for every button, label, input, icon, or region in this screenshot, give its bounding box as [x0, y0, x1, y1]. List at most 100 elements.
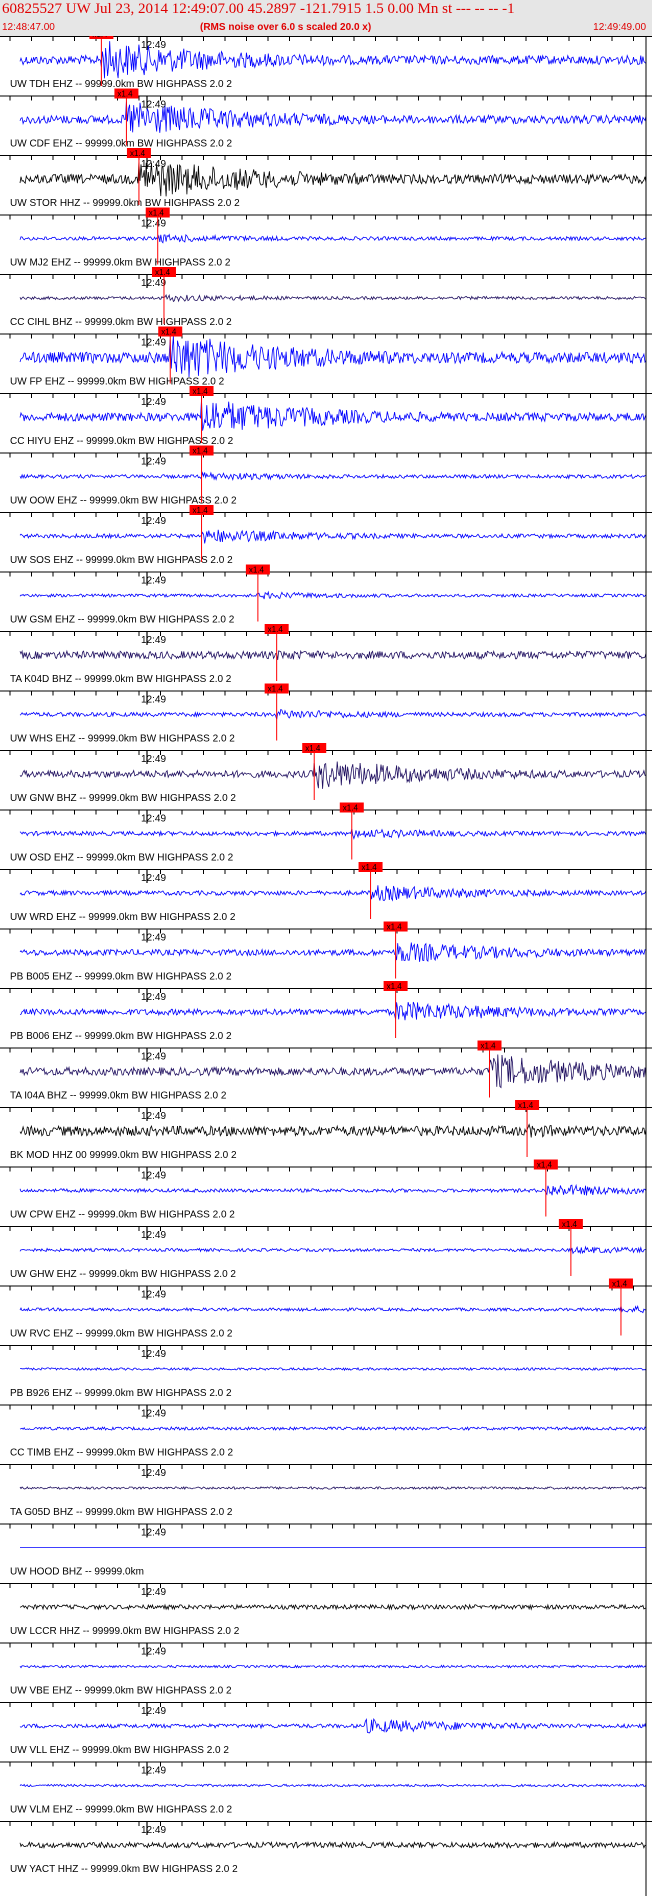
- minute-label: 12:49: [141, 1825, 166, 1836]
- minute-label: 12:49: [141, 873, 166, 884]
- minute-label: 12:49: [141, 635, 166, 646]
- minute-label: 12:49: [141, 933, 166, 944]
- waveform-trace: [19, 293, 647, 303]
- station-label: UW SOS EHZ -- 99999.0km BW HIGHPASS 2.0 …: [10, 555, 233, 566]
- minute-label: 12:49: [141, 814, 166, 825]
- minute-label: 12:49: [141, 1290, 166, 1301]
- pick-label: x1.4: [518, 1101, 534, 1110]
- record-header: 60825527 UW Jul 23, 2014 12:49:07.00 45.…: [0, 0, 652, 36]
- waveform-trace: [19, 1840, 647, 1850]
- station-label: CC TIMB EHZ -- 99999.0km BW HIGHPASS 2.0…: [10, 1448, 233, 1459]
- start-time: 12:48:47.00: [2, 22, 55, 33]
- station-label: UW OOW EHZ -- 99999.0km BW HIGHPASS 2.0 …: [10, 496, 237, 507]
- station-label: UW OSD EHZ -- 99999.0km BW HIGHPASS 2.0 …: [10, 853, 234, 864]
- station-label: UW CDF EHZ -- 99999.0km BW HIGHPASS 2.0 …: [10, 139, 233, 150]
- minute-label: 12:49: [141, 1528, 166, 1539]
- station-label: TA K04D BHZ -- 99999.0km BW HIGHPASS 2.0…: [10, 674, 232, 685]
- station-label: UW GNW BHZ -- 99999.0km BW HIGHPASS 2.0 …: [10, 793, 236, 804]
- pick-label: x1.4: [193, 447, 209, 456]
- station-label: TA G05D BHZ -- 99999.0km BW HIGHPASS 2.0…: [10, 1507, 233, 1518]
- station-label: UW FP EHZ -- 99999.0km BW HIGHPASS 2.0 2: [10, 377, 225, 388]
- waveform-trace: [19, 399, 647, 431]
- rms-note: (RMS noise over 6.0 s scaled 20.0 x): [200, 22, 372, 33]
- station-label: PB B006 EHZ -- 99999.0km BW HIGHPASS 2.0…: [10, 1031, 232, 1042]
- waveform-trace: [19, 1054, 647, 1089]
- station-label: UW RVC EHZ -- 99999.0km BW HIGHPASS 2.0 …: [10, 1329, 233, 1340]
- minute-label: 12:49: [141, 40, 166, 51]
- station-label: UW MJ2 EHZ -- 99999.0km BW HIGHPASS 2.0 …: [10, 258, 231, 269]
- pick-label: x1.4: [249, 566, 265, 575]
- pick-label: x1.4: [155, 268, 171, 277]
- waveform-trace: [19, 1245, 646, 1255]
- pick-label: x1.4: [92, 36, 108, 39]
- pick-label: x1.4: [193, 387, 209, 396]
- waveform-trace: [19, 1664, 647, 1669]
- pick-label: x1.4: [268, 625, 284, 634]
- waveform-trace: [19, 1718, 647, 1734]
- station-label: UW VLL EHZ -- 99999.0km BW HIGHPASS 2.0 …: [10, 1745, 229, 1756]
- station-label: UW VLM EHZ -- 99999.0km BW HIGHPASS 2.0 …: [10, 1805, 233, 1816]
- waveform-trace: [19, 1304, 647, 1314]
- minute-label: 12:49: [141, 754, 166, 765]
- pick-label: x1.4: [537, 1161, 553, 1170]
- minute-label: 12:49: [141, 576, 166, 587]
- pick-label: x1.4: [562, 1220, 578, 1229]
- end-time: 12:49:49.00: [593, 22, 646, 33]
- waveform-trace: [19, 471, 647, 482]
- waveform-trace: [19, 1001, 647, 1021]
- waveform-trace: [19, 942, 647, 962]
- minute-label: 12:49: [141, 1349, 166, 1360]
- minute-label: 12:49: [141, 1230, 166, 1241]
- waveform-trace: [20, 1366, 647, 1372]
- station-label: CC CIHL BHZ -- 99999.0km BW HIGHPASS 2.0…: [10, 317, 232, 328]
- station-label: UW HOOD BHZ -- 99999.0km: [10, 1567, 144, 1578]
- event-title: 60825527 UW Jul 23, 2014 12:49:07.00 45.…: [2, 1, 515, 17]
- waveform-trace: [19, 708, 647, 720]
- minute-label: 12:49: [141, 1468, 166, 1479]
- station-label: UW GSM EHZ -- 99999.0km BW HIGHPASS 2.0 …: [10, 615, 235, 626]
- station-label: UW WHS EHZ -- 99999.0km BW HIGHPASS 2.0 …: [10, 734, 235, 745]
- station-label: UW STOR HHZ -- 99999.0km BW HIGHPASS 2.0…: [10, 198, 240, 209]
- pick-label: x1.4: [149, 209, 165, 218]
- minute-label: 12:49: [141, 1409, 166, 1420]
- station-label: UW YACT HHZ -- 99999.0km BW HIGHPASS 2.0…: [10, 1864, 238, 1875]
- waveform-trace: [19, 1183, 647, 1196]
- pick-label: x1.4: [481, 1042, 497, 1051]
- minute-label: 12:49: [141, 1111, 166, 1122]
- minute-label: 12:49: [141, 1647, 166, 1658]
- pick-label: x1.4: [117, 90, 133, 99]
- station-label: PB B926 EHZ -- 99999.0km BW HIGHPASS 2.0…: [10, 1388, 232, 1399]
- waveform-trace: [19, 761, 647, 789]
- minute-label: 12:49: [141, 397, 166, 408]
- seismogram-panel: 12:49 UW TDH EHZ -- 99999.0km BW HIGHPASS…: [0, 36, 652, 1896]
- station-label: UW LCCR HHZ -- 99999.0km BW HIGHPASS 2.0…: [10, 1626, 240, 1637]
- pick-label: x1.4: [305, 744, 321, 753]
- waveform-trace: [19, 335, 647, 378]
- waveform-trace: [19, 1783, 647, 1788]
- waveform-trace: [19, 828, 647, 840]
- waveform-trace: [19, 529, 647, 544]
- station-label: UW WRD EHZ -- 99999.0km BW HIGHPASS 2.0 …: [10, 912, 236, 923]
- minute-label: 12:49: [141, 1052, 166, 1063]
- pick-label: x1.4: [612, 1280, 628, 1289]
- minute-label: 12:49: [141, 992, 166, 1003]
- station-label: UW TDH EHZ -- 99999.0km BW HIGHPASS 2.0 …: [10, 79, 232, 90]
- waveform-trace: [19, 1603, 647, 1611]
- station-label: UW CPW EHZ -- 99999.0km BW HIGHPASS 2.0 …: [10, 1210, 235, 1221]
- minute-label: 12:49: [141, 457, 166, 468]
- station-label: PB B005 EHZ -- 99999.0km BW HIGHPASS 2.0…: [10, 972, 232, 983]
- waveform-trace: [19, 885, 647, 902]
- pick-label: x1.4: [268, 685, 284, 694]
- station-label: CC HIYU EHZ -- 99999.0km BW HIGHPASS 2.0…: [10, 436, 234, 447]
- waveform-trace: [19, 1123, 647, 1138]
- pick-label: x1.4: [343, 804, 359, 813]
- waveform-trace: [19, 162, 647, 197]
- waveform-trace: [19, 649, 647, 661]
- pick-label: x1.4: [130, 149, 146, 158]
- minute-label: 12:49: [141, 1766, 166, 1777]
- minute-label: 12:49: [141, 278, 166, 289]
- waveform-trace: [19, 1486, 647, 1490]
- minute-label: 12:49: [141, 338, 166, 349]
- station-label: UW VBE EHZ -- 99999.0km BW HIGHPASS 2.0 …: [10, 1686, 232, 1697]
- pick-label: x1.4: [161, 328, 177, 337]
